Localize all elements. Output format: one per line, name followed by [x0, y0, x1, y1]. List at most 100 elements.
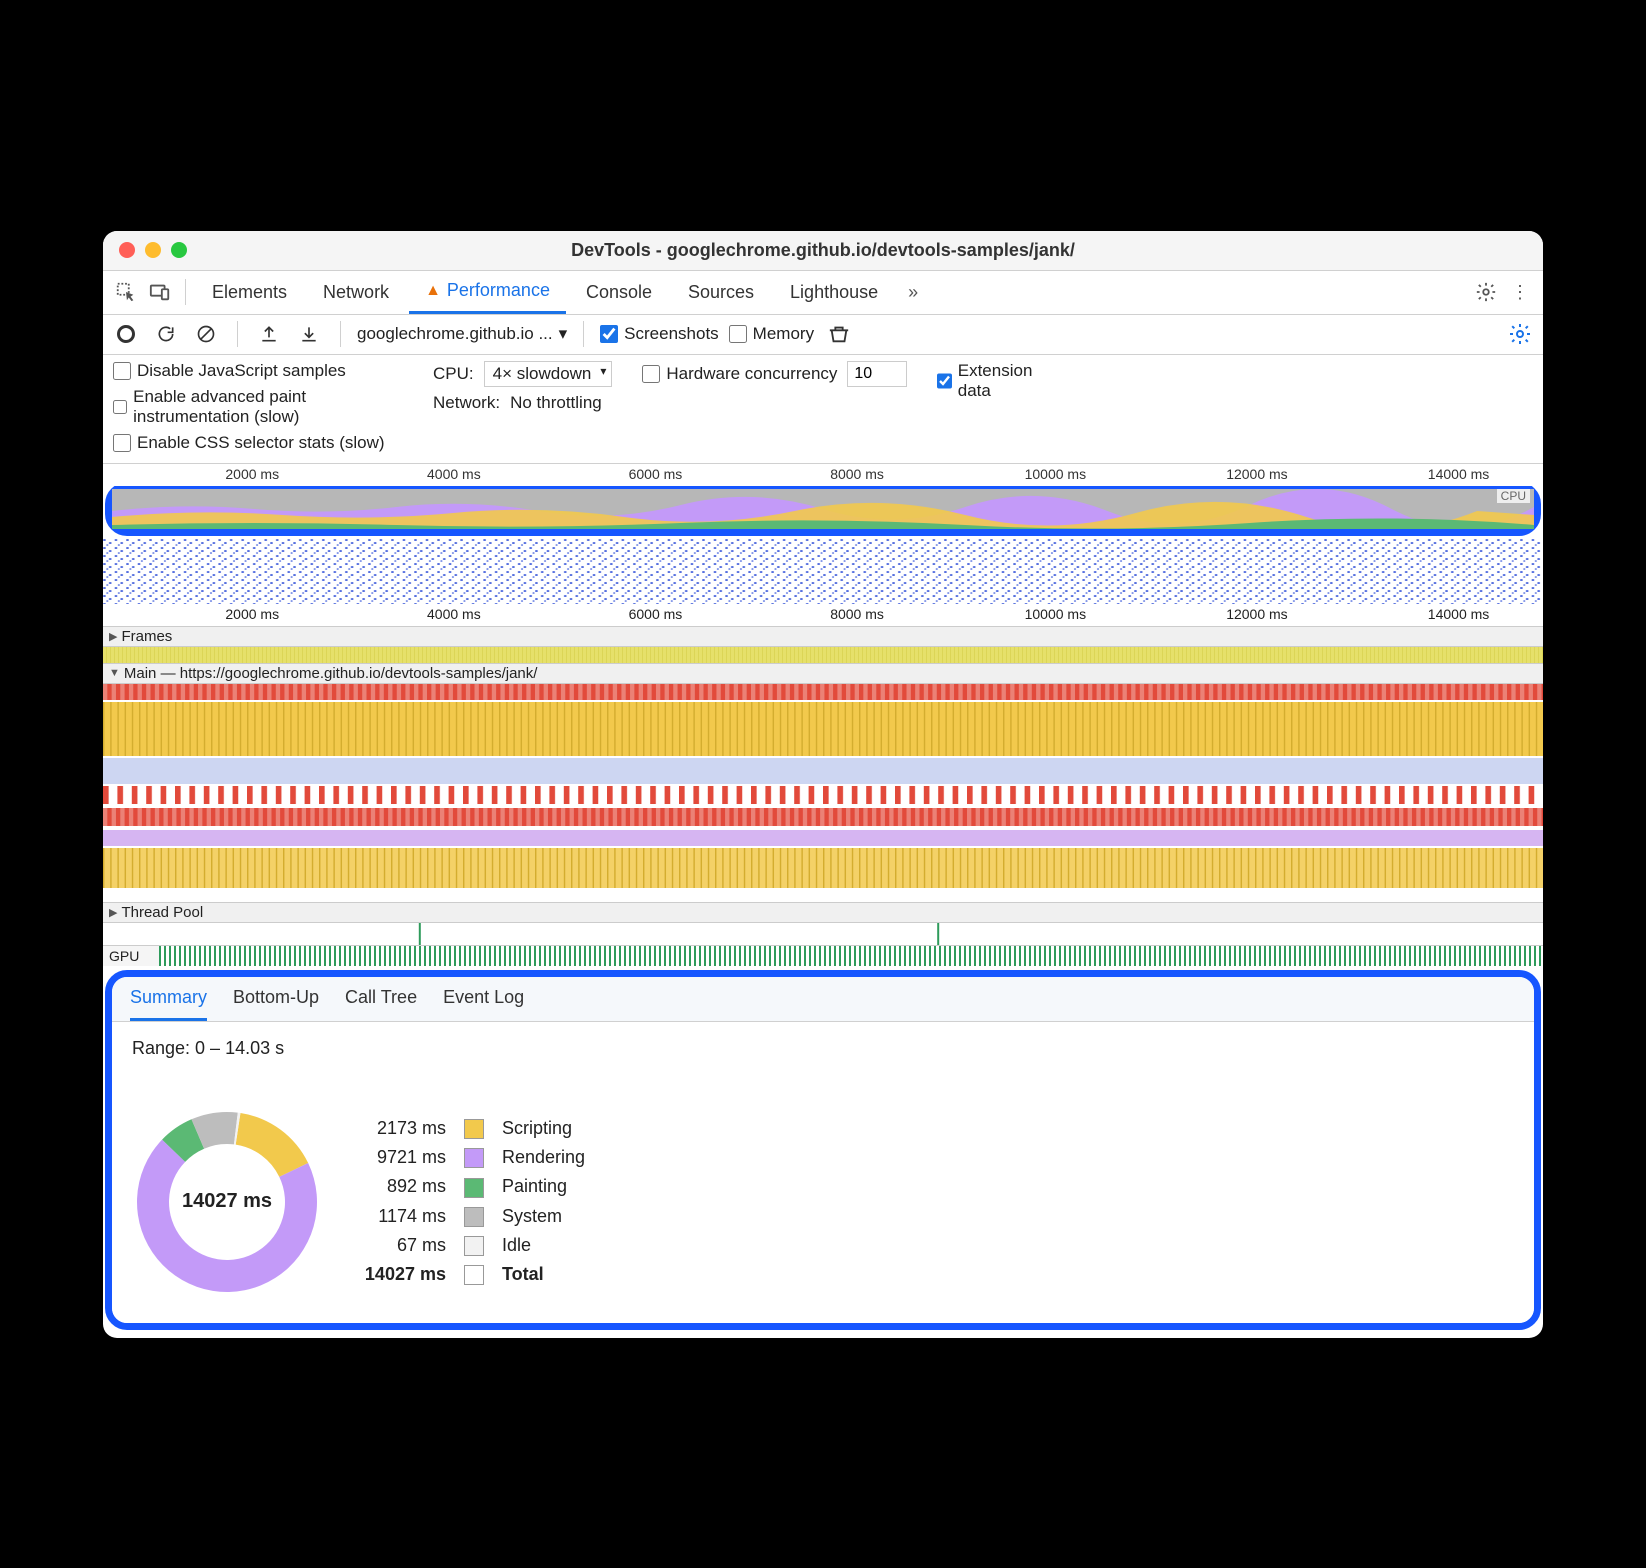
disable-js-label: Disable JavaScript samples: [137, 361, 346, 381]
extension-data-checkbox[interactable]: Extension data: [937, 361, 1047, 401]
details-pane-highlight: Summary Bottom-Up Call Tree Event Log Ra…: [105, 970, 1541, 1330]
frames-track-label: Frames: [121, 628, 172, 645]
ruler-tick: 10000 ms: [1025, 606, 1086, 622]
legend-row: 67 msIdle: [354, 1232, 593, 1259]
details-tabs: Summary Bottom-Up Call Tree Event Log: [112, 977, 1534, 1022]
cpu-overview-label: CPU: [1497, 489, 1530, 503]
tab-performance-label: Performance: [447, 280, 550, 301]
capture-settings-icon[interactable]: [1505, 319, 1535, 349]
enable-paint-label: Enable advanced paint instrumentation (s…: [133, 387, 403, 427]
devtools-window: DevTools - googlechrome.github.io/devtoo…: [103, 231, 1543, 1338]
chevron-down-icon: ▾: [559, 324, 568, 344]
summary-donut: 14027 ms: [132, 1107, 322, 1297]
gpu-track-label: GPU: [103, 946, 159, 966]
disable-js-input[interactable]: [113, 362, 131, 380]
extension-data-label: Extension data: [958, 361, 1048, 401]
network-value: No throttling: [510, 393, 602, 413]
screenshots-strip[interactable]: [103, 538, 1543, 604]
screenshots-checkbox[interactable]: Screenshots: [600, 324, 719, 344]
gc-icon[interactable]: [824, 319, 854, 349]
ruler-tick: 6000 ms: [629, 606, 683, 622]
separator: [583, 321, 584, 347]
network-label: Network:: [433, 393, 500, 413]
main-track-header[interactable]: ▼ Main — https://googlechrome.github.io/…: [103, 663, 1543, 684]
hw-concurrency-input[interactable]: [642, 365, 660, 383]
record-button[interactable]: [111, 319, 141, 349]
reload-record-button[interactable]: [151, 319, 181, 349]
enable-paint-input[interactable]: [113, 398, 127, 416]
tab-event-log[interactable]: Event Log: [443, 987, 524, 1021]
upload-icon[interactable]: [254, 319, 284, 349]
more-tabs-icon[interactable]: »: [898, 277, 928, 307]
ruler-tick: 6000 ms: [629, 466, 683, 482]
enable-css-input[interactable]: [113, 434, 131, 452]
ruler-tick: 2000 ms: [225, 606, 279, 622]
capture-settings: Disable JavaScript samples Enable advanc…: [103, 355, 1543, 464]
ruler-tick: 4000 ms: [427, 606, 481, 622]
cpu-overview[interactable]: CPU: [112, 489, 1534, 529]
kebab-icon[interactable]: ⋮: [1505, 277, 1535, 307]
recording-selector[interactable]: googlechrome.github.io ... ▾: [357, 324, 567, 344]
inspect-icon[interactable]: [111, 277, 141, 307]
separator: [237, 321, 238, 347]
disable-js-checkbox[interactable]: Disable JavaScript samples: [113, 361, 403, 381]
enable-css-checkbox[interactable]: Enable CSS selector stats (slow): [113, 433, 403, 453]
tab-console[interactable]: Console: [570, 270, 668, 314]
enable-paint-checkbox[interactable]: Enable advanced paint instrumentation (s…: [113, 387, 403, 427]
main-flamechart[interactable]: [103, 684, 1543, 902]
expand-icon: ▶: [109, 906, 117, 919]
thread-pool-track[interactable]: [103, 923, 1543, 945]
tab-elements[interactable]: Elements: [196, 270, 303, 314]
summary-panel: Range: 0 – 14.03 s 14027 ms 2173 msScrip…: [112, 1022, 1534, 1323]
ruler-tick: 2000 ms: [225, 466, 279, 482]
hw-concurrency-field[interactable]: [847, 361, 907, 387]
flamechart-ruler[interactable]: 2000 ms 4000 ms 6000 ms 8000 ms 10000 ms…: [103, 604, 1543, 626]
summary-range: Range: 0 – 14.03 s: [132, 1038, 284, 1059]
cpu-label: CPU:: [433, 364, 474, 384]
donut-center-label: 14027 ms: [132, 1107, 322, 1297]
ruler-tick: 4000 ms: [427, 466, 481, 482]
summary-legend: 2173 msScripting9721 msRendering892 msPa…: [352, 1113, 595, 1291]
frames-track[interactable]: [103, 647, 1543, 663]
gpu-track[interactable]: GPU: [103, 945, 1543, 966]
ruler-tick: 8000 ms: [830, 466, 884, 482]
tab-bottom-up[interactable]: Bottom-Up: [233, 987, 319, 1021]
tab-summary[interactable]: Summary: [130, 987, 207, 1021]
device-toolbar-icon[interactable]: [145, 277, 175, 307]
enable-css-label: Enable CSS selector stats (slow): [137, 433, 385, 453]
memory-label: Memory: [753, 324, 814, 344]
frames-track-header[interactable]: ▶ Frames: [103, 626, 1543, 647]
screenshots-checkbox-input[interactable]: [600, 325, 618, 343]
window-title: DevTools - googlechrome.github.io/devtoo…: [103, 240, 1543, 261]
tab-sources[interactable]: Sources: [672, 270, 770, 314]
tab-lighthouse[interactable]: Lighthouse: [774, 270, 894, 314]
separator: [340, 321, 341, 347]
legend-row: 1174 msSystem: [354, 1203, 593, 1230]
settings-icon[interactable]: [1471, 277, 1501, 307]
thread-pool-label: Thread Pool: [121, 904, 203, 921]
thread-pool-header[interactable]: ▶ Thread Pool: [103, 902, 1543, 923]
performance-toolbar: googlechrome.github.io ...▾ Screenshots …: [103, 315, 1543, 355]
gpu-track-body: [159, 946, 1543, 966]
legend-row: 9721 msRendering: [354, 1144, 593, 1171]
extension-data-input[interactable]: [937, 372, 951, 390]
clear-button[interactable]: [191, 319, 221, 349]
overview-ruler[interactable]: 2000 ms 4000 ms 6000 ms 8000 ms 10000 ms…: [103, 464, 1543, 486]
cpu-throttle-select[interactable]: 4× slowdown: [484, 361, 613, 387]
memory-checkbox-input[interactable]: [729, 325, 747, 343]
legend-row: 892 msPainting: [354, 1173, 593, 1200]
panel-tabs: Elements Network ▲ Performance Console S…: [103, 271, 1543, 315]
tab-call-tree[interactable]: Call Tree: [345, 987, 417, 1021]
hw-concurrency-label: Hardware concurrency: [666, 364, 837, 384]
legend-row: 2173 msScripting: [354, 1115, 593, 1142]
recording-selector-label: googlechrome.github.io ...: [357, 324, 553, 344]
titlebar: DevTools - googlechrome.github.io/devtoo…: [103, 231, 1543, 271]
hw-concurrency-checkbox[interactable]: Hardware concurrency: [642, 364, 837, 384]
separator: [185, 279, 186, 305]
memory-checkbox[interactable]: Memory: [729, 324, 814, 344]
tab-performance[interactable]: ▲ Performance: [409, 270, 566, 314]
download-icon[interactable]: [294, 319, 324, 349]
tab-network[interactable]: Network: [307, 270, 405, 314]
ruler-tick: 14000 ms: [1428, 466, 1489, 482]
ruler-tick: 8000 ms: [830, 606, 884, 622]
